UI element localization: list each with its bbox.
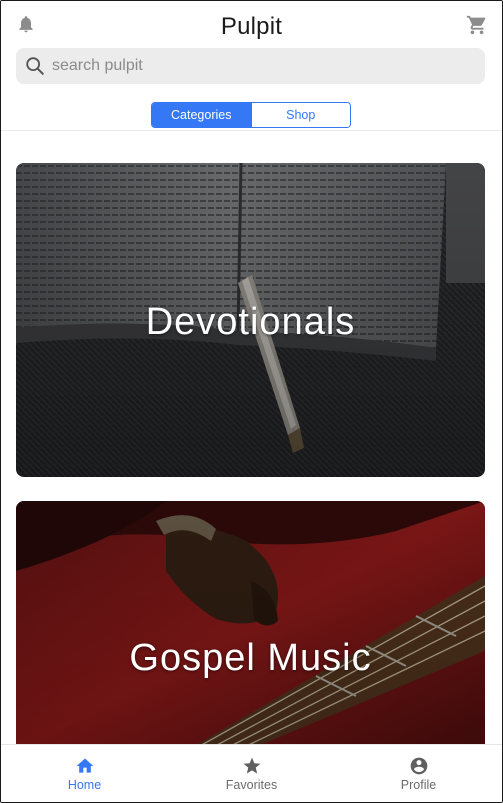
tab-shop[interactable]: Shop: [250, 103, 350, 127]
category-title: Devotionals: [145, 301, 356, 343]
home-icon: [76, 758, 93, 773]
segmented-control: Categories Shop: [151, 102, 351, 128]
nav-profile-label: Profile: [400, 778, 437, 792]
nav-favorites[interactable]: Favorites: [168, 745, 335, 802]
category-card-devotionals[interactable]: Devotionals: [16, 163, 485, 477]
search-input[interactable]: [52, 57, 472, 75]
app-window: Pulpit Categories Shop: [0, 0, 503, 803]
tab-categories[interactable]: Categories: [152, 103, 251, 127]
nav-home-label: Home: [67, 778, 102, 792]
top-app-bar: Pulpit Categories Shop: [1, 1, 502, 131]
star-icon: [243, 757, 260, 774]
search-bar[interactable]: [16, 48, 485, 84]
account-circle-icon: [410, 757, 427, 775]
page-title: Pulpit: [220, 13, 283, 40]
cart-icon[interactable]: [466, 14, 488, 36]
nav-home[interactable]: Home: [1, 745, 168, 802]
nav-favorites-label: Favorites: [225, 778, 278, 792]
category-card-gospel-music[interactable]: Gospel Music: [16, 501, 485, 751]
category-title: Gospel Music: [129, 637, 372, 679]
nav-profile[interactable]: Profile: [335, 745, 502, 802]
gospel-music-image: [16, 501, 485, 751]
bottom-navigation: Home Favorites Profile: [1, 744, 502, 802]
search-icon: [26, 57, 44, 75]
